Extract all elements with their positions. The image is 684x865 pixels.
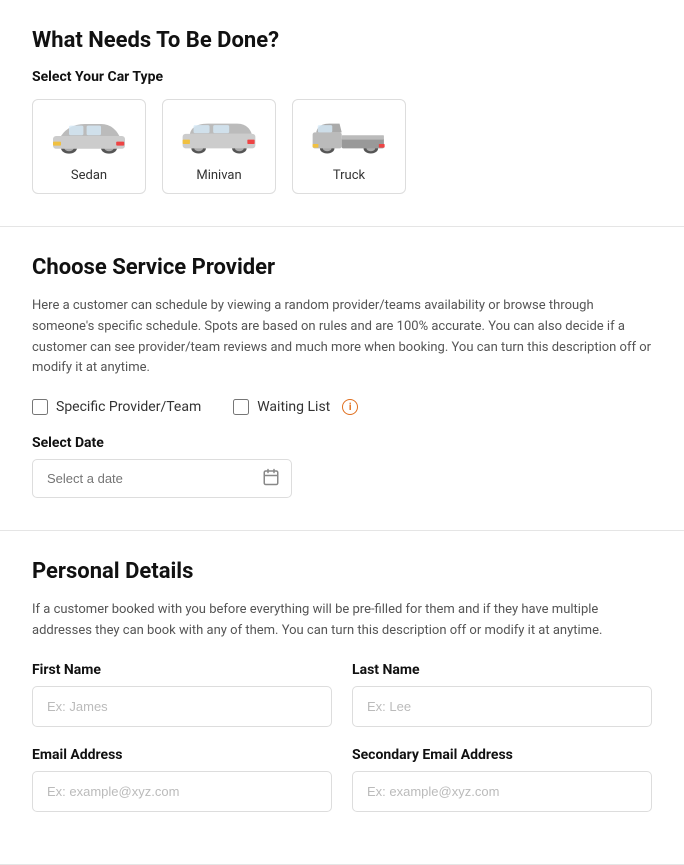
personal-details-section: Personal Details If a customer booked wi… — [0, 531, 684, 865]
secondary-email-input[interactable] — [352, 771, 652, 812]
email-input[interactable] — [32, 771, 332, 812]
first-name-label: First Name — [32, 662, 332, 678]
specific-provider-checkbox-item[interactable]: Specific Provider/Team — [32, 399, 201, 415]
secondary-email-col: Secondary Email Address — [352, 747, 652, 812]
last-name-col: Last Name — [352, 662, 652, 727]
date-input[interactable] — [32, 459, 292, 498]
first-name-input[interactable] — [32, 686, 332, 727]
date-label: Select Date — [32, 435, 652, 451]
specific-provider-label: Specific Provider/Team — [56, 399, 201, 415]
waiting-list-checkbox-item[interactable]: Waiting List i — [233, 399, 358, 415]
section3-title: Personal Details — [32, 559, 652, 584]
last-name-label: Last Name — [352, 662, 652, 678]
car-type-truck[interactable]: Truck — [292, 99, 406, 194]
car-type-sedan[interactable]: Sedan — [32, 99, 146, 194]
choose-service-provider-section: Choose Service Provider Here a customer … — [0, 227, 684, 531]
car-type-grid: Sedan Minivan — [32, 99, 652, 194]
name-row: First Name Last Name — [32, 662, 652, 727]
sedan-label: Sedan — [71, 168, 107, 183]
date-input-wrapper — [32, 459, 292, 498]
email-label: Email Address — [32, 747, 332, 763]
waiting-list-info-icon[interactable]: i — [342, 399, 358, 415]
first-name-col: First Name — [32, 662, 332, 727]
secondary-email-label: Secondary Email Address — [352, 747, 652, 763]
what-needs-done-section: What Needs To Be Done? Select Your Car T… — [0, 0, 684, 227]
car-type-label: Select Your Car Type — [32, 69, 652, 85]
waiting-list-checkbox[interactable] — [233, 399, 249, 415]
minivan-icon — [179, 112, 259, 160]
truck-icon — [309, 112, 389, 160]
section3-description: If a customer booked with you before eve… — [32, 600, 652, 642]
sedan-icon — [49, 112, 129, 160]
specific-provider-checkbox[interactable] — [32, 399, 48, 415]
minivan-label: Minivan — [196, 168, 241, 183]
section2-description: Here a customer can schedule by viewing … — [32, 296, 652, 379]
section2-title: Choose Service Provider — [32, 255, 652, 280]
email-col: Email Address — [32, 747, 332, 812]
waiting-list-label: Waiting List — [257, 399, 330, 415]
provider-options-row: Specific Provider/Team Waiting List i — [32, 399, 652, 415]
email-row: Email Address Secondary Email Address — [32, 747, 652, 812]
truck-label: Truck — [333, 168, 365, 183]
section1-title: What Needs To Be Done? — [32, 28, 652, 53]
car-type-minivan[interactable]: Minivan — [162, 99, 276, 194]
last-name-input[interactable] — [352, 686, 652, 727]
